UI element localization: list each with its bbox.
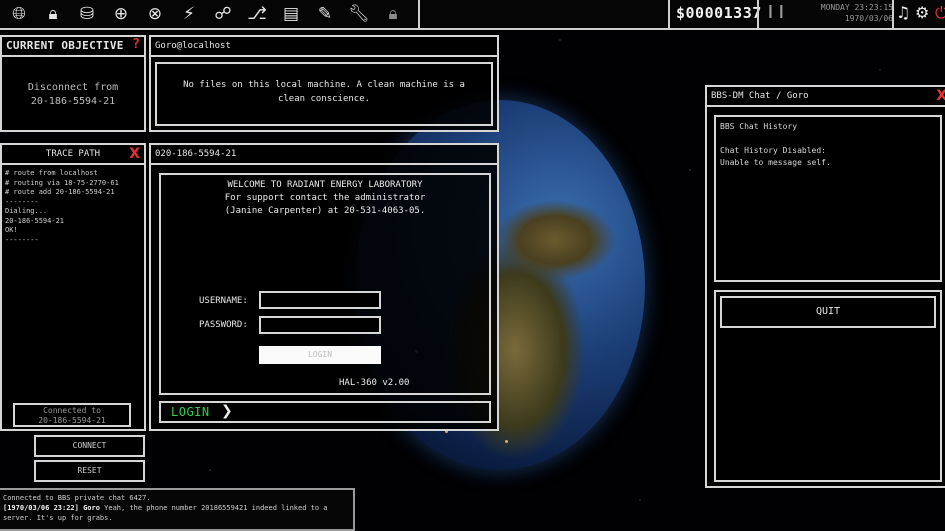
connected-label: Connected to (43, 406, 101, 415)
money-counter: $00001337 (676, 4, 762, 22)
notepad-icon[interactable]: ✎ (314, 3, 336, 25)
objective-line: Disconnect from (27, 82, 119, 93)
chevron-right-icon: ❯ (221, 403, 233, 419)
connected-address: 20-186-5594-21 (38, 416, 106, 425)
padlock-icon[interactable]: 🔒︎ (382, 3, 404, 25)
welcome-message: WELCOME TO RADIANT ENERGY LABORATORY For… (161, 175, 489, 218)
quit-button[interactable]: QUIT (720, 296, 936, 328)
trace-path-window: TRACE PATH X # route from localhost # ro… (0, 143, 146, 431)
close-icon[interactable]: X (129, 146, 140, 162)
log-message: Yeah, the phone number 20186559421 indee… (99, 504, 328, 512)
password-label: PASSWORD: (199, 320, 248, 330)
satellite-icon[interactable]: ⚡︎ (178, 3, 200, 25)
objective-target: 20-186-5594-21 (30, 96, 116, 107)
gear-icon[interactable]: ⚙ (915, 3, 929, 22)
localhost-window: Goro@localhost No files on this local ma… (149, 35, 499, 132)
power-icon[interactable]: ⏻ (935, 3, 945, 23)
login-tab-label: LOGIN (171, 405, 210, 419)
top-toolbar: 🌐︎ 🔒︎ ⛁ ⊕ ⊗ ⚡︎ ☍ ⎇ ▤ ✎ 🔧︎ 🔒︎ $00001337 ❙… (0, 0, 945, 30)
chat-history: BBS Chat History Chat History Disabled: … (720, 122, 831, 167)
toolbar-divider (418, 0, 420, 28)
trace-title: TRACE PATH (2, 145, 144, 165)
objective-text: Disconnect from 20-186-5594-21 (6, 81, 140, 109)
remote-title: 020-186-5594-21 (151, 145, 497, 165)
log-sender: [1970/03/06 23:22] Goro (3, 504, 100, 512)
music-icon[interactable]: ♫ (896, 3, 910, 22)
remote-window: 020-186-5594-21 WELCOME TO RADIANT ENERG… (149, 143, 499, 431)
connected-status: Connected to 20-186-5594-21 (13, 403, 131, 427)
notebook-icon[interactable]: ▤ (280, 3, 302, 25)
bbs-chat-window: BBS-DM Chat / Goro X BBS Chat History Ch… (705, 85, 945, 488)
objective-title: CURRENT OBJECTIVE (2, 37, 144, 57)
city-light (505, 440, 508, 443)
wrench-icon[interactable]: 🔧︎ (348, 3, 370, 25)
reset-button[interactable]: RESET (34, 460, 145, 482)
welcome-heading: WELCOME TO RADIANT ENERGY LABORATORY (227, 180, 423, 190)
login-button[interactable]: LOGIN (259, 346, 381, 364)
clock-date: 1970/03/06 (844, 14, 893, 23)
chat-title: BBS-DM Chat / Goro (707, 87, 945, 107)
server-version: HAL-360 v2.00 (339, 378, 410, 388)
stamp-icon[interactable]: ⎇ (246, 3, 268, 25)
log-line: [1970/03/06 23:22] Goro Yeah, the phone … (3, 503, 350, 513)
localhost-panel: No files on this local machine. A clean … (155, 62, 493, 126)
toolbar-divider (668, 0, 670, 28)
chat-history-panel: BBS Chat History Chat History Disabled: … (714, 115, 942, 282)
username-label: USERNAME: (199, 296, 248, 306)
welcome-support: For support contact the administrator (224, 193, 426, 203)
game-clock: MONDAY 23:23:15 1970/03/06 (793, 2, 893, 24)
pause-icon[interactable]: ❙❙ (765, 4, 787, 19)
chat-input-panel: QUIT (714, 290, 942, 482)
lock-globe-icon[interactable]: 🔒︎ (42, 3, 64, 25)
database-icon[interactable]: ⛁ (76, 3, 98, 25)
clock-time: MONDAY 23:23:15 (820, 3, 893, 12)
broken-link-icon[interactable]: ☍ (212, 3, 234, 25)
network-globe-icon[interactable]: ⊕ (110, 3, 132, 25)
chat-log: Connected to BBS private chat 6427. [197… (0, 488, 355, 531)
log-line: Connected to BBS private chat 6427. (3, 494, 151, 502)
objective-window: CURRENT OBJECTIVE ? Disconnect from 20-1… (0, 35, 146, 132)
username-field[interactable] (259, 291, 381, 309)
password-field[interactable] (259, 316, 381, 334)
globe-icon[interactable]: 🌐︎ (8, 3, 30, 25)
linked-globe-icon[interactable]: ⊗ (144, 3, 166, 25)
login-tab[interactable]: LOGIN ❯ (159, 401, 491, 423)
close-icon[interactable]: X (936, 88, 945, 104)
toolbar-divider (892, 0, 894, 28)
localhost-message: No files on this local machine. A clean … (183, 80, 465, 104)
connect-button[interactable]: CONNECT (34, 435, 145, 457)
localhost-title: Goro@localhost (151, 37, 497, 57)
help-icon[interactable]: ? (132, 37, 140, 52)
toolbar-divider (757, 0, 759, 28)
log-line: server. It's up for grabs. (3, 514, 113, 522)
toolbar-icons: 🌐︎ 🔒︎ ⛁ ⊕ ⊗ ⚡︎ ☍ ⎇ ▤ ✎ 🔧︎ 🔒︎ (8, 3, 404, 25)
trace-log: # route from localhost # routing via 18-… (5, 169, 119, 244)
login-screen: WELCOME TO RADIANT ENERGY LABORATORY For… (159, 173, 491, 395)
welcome-contact: (Janine Carpenter) at 20-531-4063-05. (224, 206, 426, 216)
